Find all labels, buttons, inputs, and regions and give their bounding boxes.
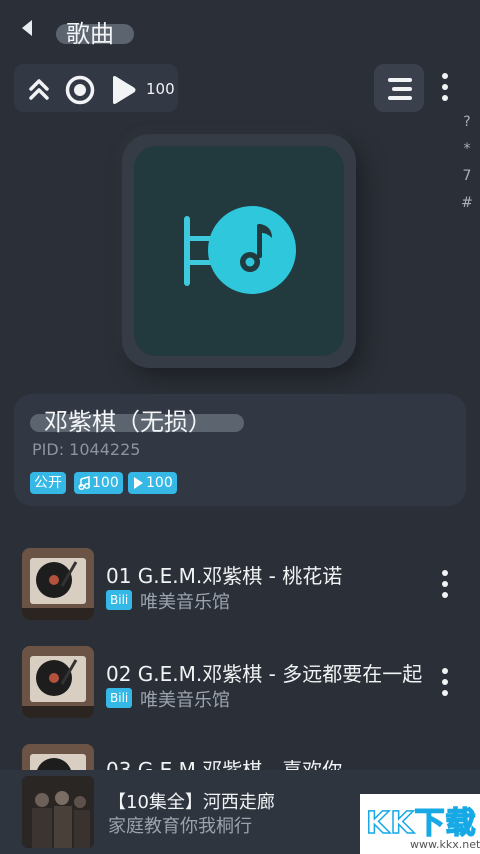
index-item[interactable]: # — [460, 195, 474, 222]
music-note-icon — [78, 476, 90, 490]
watermark-logo: KK下载 — [365, 805, 477, 842]
song-artist: 唯美音乐馆 — [140, 592, 230, 613]
play-count-value: 100 — [146, 475, 173, 491]
playlist-name: 邓紫棋（无损） — [44, 408, 212, 436]
back-icon[interactable] — [22, 20, 32, 36]
song-title[interactable]: 01 G.E.M.邓紫棋 - 桃花诺 — [106, 560, 424, 589]
queue-button[interactable] — [374, 64, 424, 112]
index-item[interactable]: * — [460, 141, 474, 168]
song-thumbnail[interactable] — [22, 646, 94, 718]
play-count-tag: 100 — [128, 472, 177, 494]
index-item[interactable]: 7 — [460, 168, 474, 195]
song-more-icon[interactable] — [442, 570, 448, 603]
bili-badge: Bili — [106, 688, 133, 708]
song-count: 100 — [92, 475, 119, 491]
alphabet-index-bar[interactable]: ? * 7 # — [460, 114, 474, 222]
play-icon — [134, 477, 143, 489]
list-icon — [388, 78, 412, 100]
now-playing-title: 【10集全】河西走廊 — [108, 792, 275, 813]
page-title: 歌曲 — [66, 20, 114, 48]
play-count: 100 — [146, 80, 175, 98]
public-tag-label: 公开 — [34, 475, 62, 491]
locate-current-icon[interactable] — [64, 74, 96, 106]
song-more-icon[interactable] — [442, 668, 448, 701]
song-thumbnail[interactable] — [22, 548, 94, 620]
more-options-icon[interactable] — [442, 73, 448, 106]
video-cover-image — [22, 776, 94, 848]
public-tag: 公开 — [30, 472, 66, 494]
song-count-tag: 100 — [74, 472, 123, 494]
song-artist: 唯美音乐馆 — [140, 690, 230, 711]
music-note-icon — [184, 206, 296, 294]
bili-badge: Bili — [106, 590, 133, 610]
watermark-url: www.kkx.net — [410, 838, 480, 851]
vinyl-player-image — [22, 646, 94, 718]
double-chevron-up-icon[interactable] — [26, 76, 52, 102]
vinyl-player-image — [22, 548, 94, 620]
now-playing-thumbnail[interactable] — [22, 776, 94, 848]
playlist-pid: PID: 1044225 — [32, 440, 141, 459]
play-all-icon[interactable] — [108, 74, 138, 106]
song-title[interactable]: 02 G.E.M.邓紫棋 - 多远都要在一起 — [106, 658, 424, 687]
now-playing-subtitle: 家庭教育你我桐行 — [108, 816, 252, 837]
index-item[interactable]: ? — [460, 114, 474, 141]
